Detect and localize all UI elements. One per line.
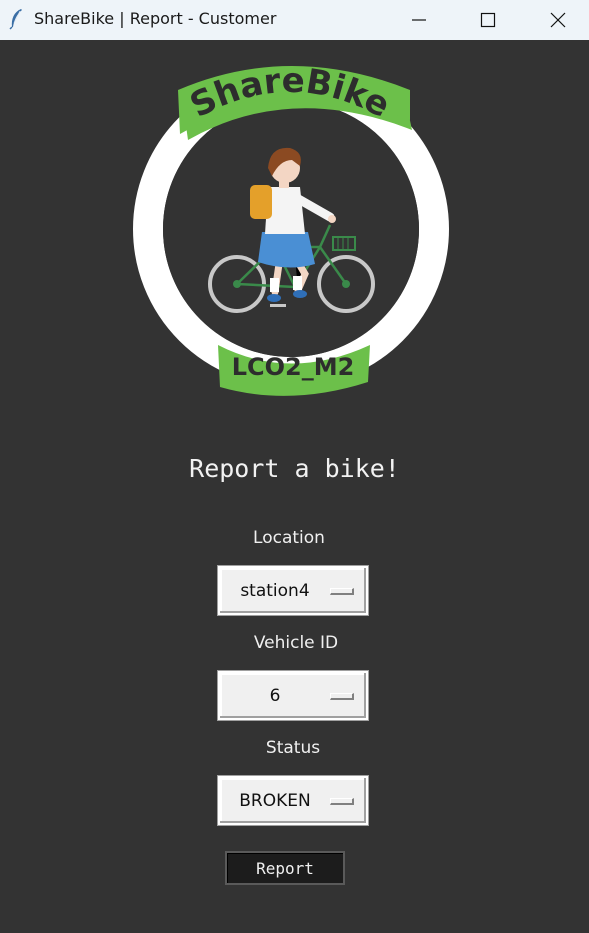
title-bar[interactable]: ShareBike | Report - Customer bbox=[0, 0, 589, 40]
dropdown-indicator-icon bbox=[330, 798, 354, 805]
vehicle-id-label: Vehicle ID bbox=[253, 633, 339, 653]
location-select[interactable]: station4 bbox=[217, 565, 369, 616]
dropdown-indicator-icon bbox=[330, 693, 354, 700]
window-title: ShareBike | Report - Customer bbox=[34, 9, 277, 28]
minimize-button[interactable] bbox=[396, 0, 442, 40]
logo-bottom-text: LCO2_M2 bbox=[232, 353, 355, 381]
feather-icon bbox=[9, 9, 22, 30]
vehicle-id-select[interactable]: 6 bbox=[217, 670, 369, 721]
sharebike-logo: ShareBike LCO2_M2 bbox=[133, 61, 449, 396]
maximize-icon bbox=[480, 12, 496, 28]
close-icon bbox=[550, 12, 566, 28]
status-select[interactable]: BROKEN bbox=[217, 775, 369, 826]
report-button[interactable]: Report bbox=[225, 851, 345, 885]
status-label: Status bbox=[265, 738, 321, 758]
maximize-button[interactable] bbox=[465, 0, 511, 40]
minimize-icon bbox=[412, 19, 426, 21]
close-button[interactable] bbox=[535, 0, 581, 40]
form-heading: Report a bike! bbox=[189, 454, 400, 483]
location-label: Location bbox=[253, 528, 325, 548]
dropdown-indicator-icon bbox=[330, 588, 354, 595]
